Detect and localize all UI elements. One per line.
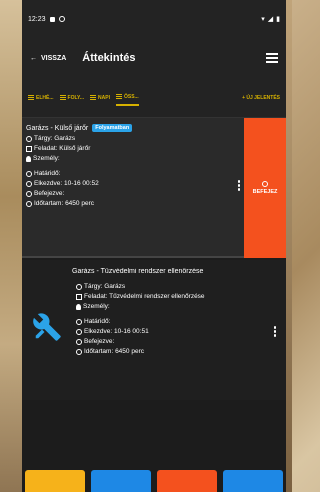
bottom-action-1[interactable] [25,470,85,492]
timer-icon [76,348,82,355]
wifi-icon: ▾ [261,16,265,23]
tab-napi[interactable]: NAPI [90,91,110,105]
document-icon [76,293,82,300]
status-time: 12:23 [28,15,46,23]
tab-foly[interactable]: FOLY... [59,91,84,105]
clock-icon [76,318,82,325]
start-icon [26,180,32,187]
card-task: Feladat: Külső járőr [34,145,91,152]
stop-icon [262,181,268,187]
bottom-action-2[interactable] [91,470,151,492]
card-duration: Időtartam: 6450 perc [34,200,94,207]
list-icon [28,95,34,100]
list-icon [59,95,66,100]
card-deadline: Határidő: [84,318,111,325]
back-label: VISSZA [41,54,67,62]
card-person: Személy: [83,303,110,310]
end-icon [76,338,82,345]
timer-icon [26,200,32,207]
background-wall-left [0,0,22,492]
tab-bar: ELHÉ... FOLY... NAPI ÖSS... + ÚJ JELENTÉ… [22,78,286,118]
more-options-icon[interactable] [237,180,240,191]
end-icon [26,190,32,197]
document-icon [26,145,32,152]
phone-screen: 12:23 ▾ ◢ ▮ ← VISSZA Áttekintés ELHÉ... … [22,0,286,492]
notification-icon [49,16,55,22]
signal-icon: ◢ [267,16,274,23]
back-button[interactable]: ← VISSZA [30,55,66,62]
app-bar: ← VISSZA Áttekintés [22,38,286,78]
card-finished: Befejezve: [84,338,115,345]
card-started: Elkezdve: 10-16 00:52 [34,180,99,187]
card-title: Garázs - Tűzvédelmi rendszer ellenőrzése [72,268,204,275]
card-title: Garázs - Külső járőr [26,124,89,132]
tools-icon [33,313,61,341]
bottom-action-bar [22,470,286,492]
finish-label: BEFEJEZ [252,189,278,195]
target-icon [76,283,82,290]
status-bar: 12:23 ▾ ◢ ▮ [22,0,286,38]
card-duration: Időtartam: 6450 perc [84,348,144,355]
tab-oss[interactable]: ÖSS... [115,90,139,106]
task-card[interactable]: Garázs - Tűzvédelmi rendszer ellenőrzése… [22,260,286,400]
bottom-action-4[interactable] [223,470,283,492]
person-icon [26,155,31,162]
bottom-action-3[interactable] [157,470,217,492]
menu-icon[interactable] [266,53,278,63]
card-task: Feladat: Tűzvédelmi rendszer ellenőrzése [84,293,205,300]
start-icon [76,328,82,335]
arrow-left-icon: ← [30,54,37,62]
card-subject: Tárgy: Garázs [34,135,76,142]
target-icon [26,135,32,142]
tab-elhe[interactable]: ELHÉ... [28,91,54,105]
background-wall-right [286,0,292,492]
card-finished: Befejezve: [34,190,65,197]
list-icon [90,95,97,100]
card-started: Elkezdve: 10-16 00:51 [84,328,149,335]
sync-icon [58,16,65,22]
page-title: Áttekintés [82,52,136,64]
task-card[interactable]: Garázs - Külső járőr Folyamatban Tárgy: … [22,118,286,258]
new-report-button[interactable]: + ÚJ JELENTÉS [242,91,280,105]
battery-icon: ▮ [276,16,280,23]
card-deadline: Határidő: [34,170,61,177]
card-subject: Tárgy: Garázs [84,283,126,290]
clock-icon [26,170,32,177]
person-icon [76,303,81,310]
status-badge: Folyamatban [92,124,133,132]
finish-button[interactable]: BEFEJEZ [244,118,286,258]
more-options-icon[interactable] [273,326,276,337]
card-person: Személy: [33,155,60,162]
list-icon [115,94,122,99]
